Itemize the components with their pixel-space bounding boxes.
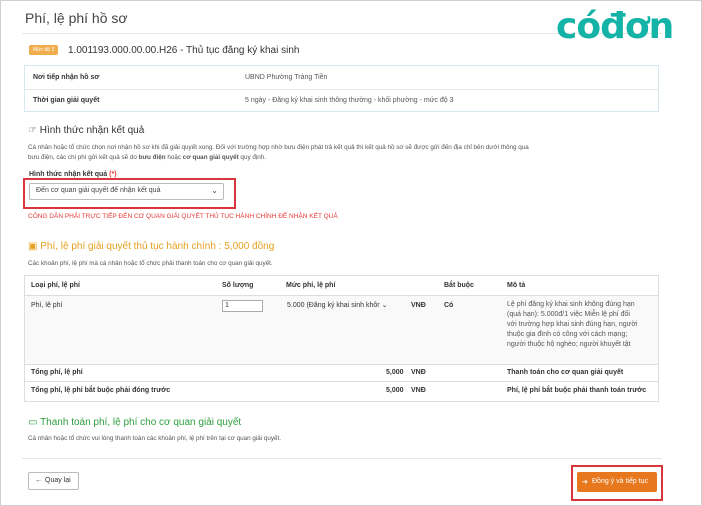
chevron-down-icon: ⌄ [211, 186, 218, 195]
divider [25, 381, 658, 382]
chevron-down-icon: ⌄ [381, 302, 388, 309]
total-amount: 5,000 [386, 369, 404, 376]
fee-description: Lệ phí đăng ký khai sinh không đúng hạn … [507, 301, 638, 348]
receive-method-select[interactable]: Đến cơ quan giải quyết để nhận kết quả ⌄ [29, 183, 224, 200]
payment-description: Cá nhân hoặc tổ chức vui lòng thanh toán… [28, 435, 282, 442]
level-badge: Mức độ 3 [29, 45, 59, 55]
fee-rate-select[interactable]: 5.000 (Đăng ký khai sinh khôr ⌄ [287, 301, 402, 309]
column-header: Loại phí, lệ phí [31, 282, 80, 289]
fee-currency: VNĐ [411, 302, 426, 309]
next-button-highlight: ➔ Đồng ý và tiếp tục [571, 465, 663, 501]
credit-card-icon: ▭ [28, 417, 38, 428]
receive-field-label: Hình thức nhận kết quả (*) [29, 171, 117, 178]
divider [25, 364, 658, 365]
back-button[interactable]: ← Quay lại [28, 472, 79, 490]
fees-heading: ▣ Phí, lệ phí giải quyết thủ tục hành ch… [28, 241, 275, 252]
receive-section-heading: ☞ Hình thức nhận kết quả [28, 125, 145, 136]
total-currency: VNĐ [411, 369, 426, 376]
total-label: Tổng phí, lệ phí [31, 369, 83, 376]
fee-required: Có [444, 302, 454, 309]
info-value: 5 ngày - Đăng ký khai sinh thông thường … [245, 97, 454, 104]
money-icon: ▣ [28, 241, 38, 252]
column-header: Bắt buộc [444, 282, 474, 289]
column-header: Mô tả [507, 282, 526, 289]
info-value: UBND Phường Tràng Tiền [245, 74, 328, 81]
procedure-title: 1.001193.000.00.00.H26 - Thủ tục đăng ký… [68, 45, 300, 56]
receive-description: Cá nhân hoặc tổ chức chọn nơi nhận hồ sơ… [28, 144, 529, 161]
page-title: Phí, lệ phí hồ sơ [25, 10, 128, 26]
brand-logo: cóđơn [556, 6, 674, 47]
mandatory-total-currency: VNĐ [411, 387, 426, 394]
total-note: Thanh toán cho cơ quan giải quyết [507, 369, 624, 376]
column-header: Số lượng [222, 282, 254, 289]
mandatory-total-note: Phí, lệ phí bắt buộc phải thanh toán trư… [507, 387, 647, 394]
receive-warning: CÔNG DÂN PHẢI TRỰC TIẾP ĐẾN CƠ QUAN GIẢI… [28, 213, 338, 220]
arrow-right-icon: ➔ [582, 479, 588, 486]
info-label: Thời gian giải quyết [33, 97, 100, 104]
procedure-info-table: Nơi tiếp nhận hồ sơ UBND Phường Tràng Ti… [24, 65, 659, 112]
required-mark: (*) [109, 171, 117, 178]
divider [22, 458, 662, 459]
info-row: Nơi tiếp nhận hồ sơ UBND Phường Tràng Ti… [25, 68, 658, 90]
payment-heading: ▭ Thanh toán phí, lệ phí cho cơ quan giả… [28, 417, 242, 428]
quantity-input[interactable]: 1 [222, 300, 263, 312]
fee-type: Phí, lệ phí [31, 302, 63, 309]
info-row: Thời gian giải quyết 5 ngày - Đăng ký kh… [25, 91, 658, 112]
arrow-left-icon: ← [35, 477, 42, 484]
fees-table: Loại phí, lệ phí Số lượng Mức phí, lệ ph… [24, 275, 659, 402]
mandatory-total-amount: 5,000 [386, 387, 404, 394]
mandatory-total-label: Tổng phí, lệ phí bắt buộc phải đóng trướ… [31, 387, 171, 394]
fees-description: Các khoản phí, lệ phí mà cá nhân hoặc tổ… [28, 260, 273, 267]
info-label: Nơi tiếp nhận hồ sơ [33, 74, 100, 81]
agree-continue-button[interactable]: ➔ Đồng ý và tiếp tục [577, 472, 657, 492]
column-header: Mức phí, lệ phí [286, 282, 336, 289]
hand-pointer-icon: ☞ [28, 125, 37, 136]
